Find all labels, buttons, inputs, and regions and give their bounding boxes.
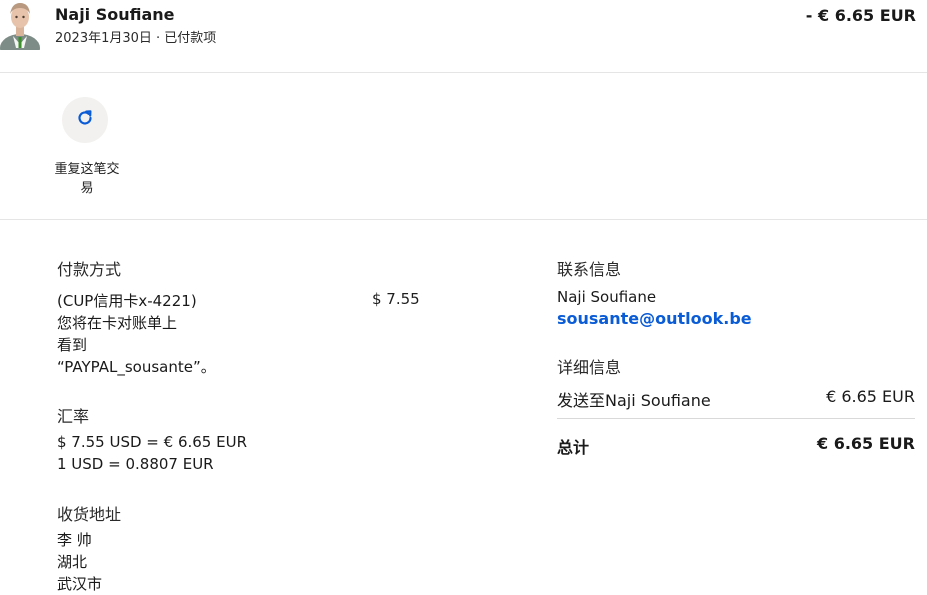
contact-name: Naji Soufiane (557, 288, 657, 306)
details-title: 详细信息 (557, 358, 622, 377)
payment-amount: $ 7.55 (372, 290, 420, 308)
address-line: 湖北 (57, 553, 88, 571)
payment-method-title: 付款方式 (57, 260, 122, 279)
transaction-amount: - € 6.65 EUR (805, 6, 916, 25)
divider (557, 418, 915, 419)
exchange-rate-line: 1 USD = 0.8807 EUR (57, 455, 214, 473)
payment-method-line: (CUP信用卡x-4221) (57, 292, 197, 310)
payment-method-line: 看到 (57, 336, 88, 354)
divider (0, 72, 927, 73)
transaction-date-status: 2023年1月30日 · 已付款项 (55, 31, 217, 46)
sent-to-label: 发送至Naji Soufiane (557, 391, 711, 410)
repeat-transaction-label[interactable]: 重复这笔交易 (52, 160, 122, 198)
shipping-address: 李 帅 湖北 武汉市 (57, 529, 102, 595)
shipping-address-title: 收货地址 (57, 505, 122, 524)
repeat-transaction-button[interactable] (62, 97, 108, 143)
divider (0, 219, 927, 220)
contact-email-link[interactable]: sousante@outlook.be (557, 309, 752, 328)
payment-method-line: “PAYPAL_sousante”。 (57, 358, 216, 376)
exchange-rate-title: 汇率 (57, 407, 90, 426)
total-amount: € 6.65 EUR (817, 434, 915, 453)
payment-method-details: (CUP信用卡x-4221) 您将在卡对账单上 看到 “PAYPAL_sousa… (57, 290, 227, 378)
total-label: 总计 (557, 438, 590, 457)
address-line: 李 帅 (57, 531, 92, 549)
contact-info-title: 联系信息 (557, 260, 622, 279)
sent-to-amount: € 6.65 EUR (826, 387, 915, 406)
refresh-icon (75, 108, 95, 132)
payment-method-line: 您将在卡对账单上 (57, 314, 178, 332)
counterparty-name: Naji Soufiane (55, 5, 175, 24)
exchange-rate-line: $ 7.55 USD = € 6.65 EUR (57, 433, 247, 451)
exchange-rate-details: $ 7.55 USD = € 6.65 EUR 1 USD = 0.8807 E… (57, 431, 247, 475)
avatar (0, 0, 40, 50)
